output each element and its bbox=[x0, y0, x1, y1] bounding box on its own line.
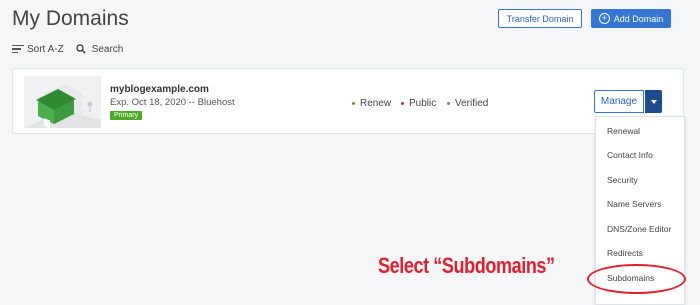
add-domain-button[interactable]: + Add Domain bbox=[591, 9, 671, 28]
menu-item-redirects[interactable]: Redirects bbox=[607, 248, 643, 258]
status-label: Verified bbox=[455, 98, 489, 109]
status-label: Public bbox=[409, 98, 437, 109]
sort-label[interactable]: Sort A-Z bbox=[27, 44, 64, 55]
status-renew: Renew bbox=[352, 98, 391, 109]
status-public: Public bbox=[401, 98, 436, 109]
search-label: Search bbox=[91, 43, 124, 55]
toolbar: Sort A-Z Search bbox=[12, 43, 123, 55]
status-verified: Verified bbox=[447, 98, 488, 109]
menu-item-dns-zone-editor[interactable]: DNS/Zone Editor bbox=[607, 224, 671, 234]
status-dot-icon bbox=[447, 102, 450, 105]
annotation-callout: Select “Subdomains” bbox=[378, 253, 555, 278]
menu-item-name-servers[interactable]: Name Servers bbox=[607, 199, 661, 209]
plus-circle-icon: + bbox=[598, 13, 610, 24]
transfer-domain-button[interactable]: Transfer Domain bbox=[498, 9, 582, 28]
domain-name[interactable]: myblogexample.com bbox=[110, 84, 209, 95]
manage-button[interactable]: Manage bbox=[594, 90, 644, 113]
menu-item-renewal[interactable]: Renewal bbox=[607, 126, 640, 136]
chevron-down-icon bbox=[650, 99, 657, 104]
manage-dropdown-toggle[interactable] bbox=[645, 90, 662, 113]
menu-item-contact-info[interactable]: Contact Info bbox=[607, 150, 653, 160]
menu-item-security[interactable]: Security bbox=[607, 175, 638, 185]
domain-thumbnail-image bbox=[24, 76, 101, 128]
status-label: Renew bbox=[360, 98, 392, 109]
sort-icon[interactable] bbox=[12, 43, 24, 55]
add-domain-label: Add Domain bbox=[613, 13, 664, 24]
domain-expiry: Exp. Oct 18, 2020 -- Bluehost bbox=[110, 97, 235, 108]
domain-card: myblogexample.com Exp. Oct 18, 2020 -- B… bbox=[12, 68, 684, 134]
search-icon bbox=[75, 44, 86, 54]
highlight-ellipse bbox=[587, 264, 686, 294]
primary-badge: Primary bbox=[110, 111, 143, 120]
status-dot-icon bbox=[401, 102, 404, 105]
status-dot-icon bbox=[352, 102, 355, 105]
page-title: My Domains bbox=[12, 7, 129, 30]
search-control[interactable]: Search bbox=[75, 43, 124, 55]
